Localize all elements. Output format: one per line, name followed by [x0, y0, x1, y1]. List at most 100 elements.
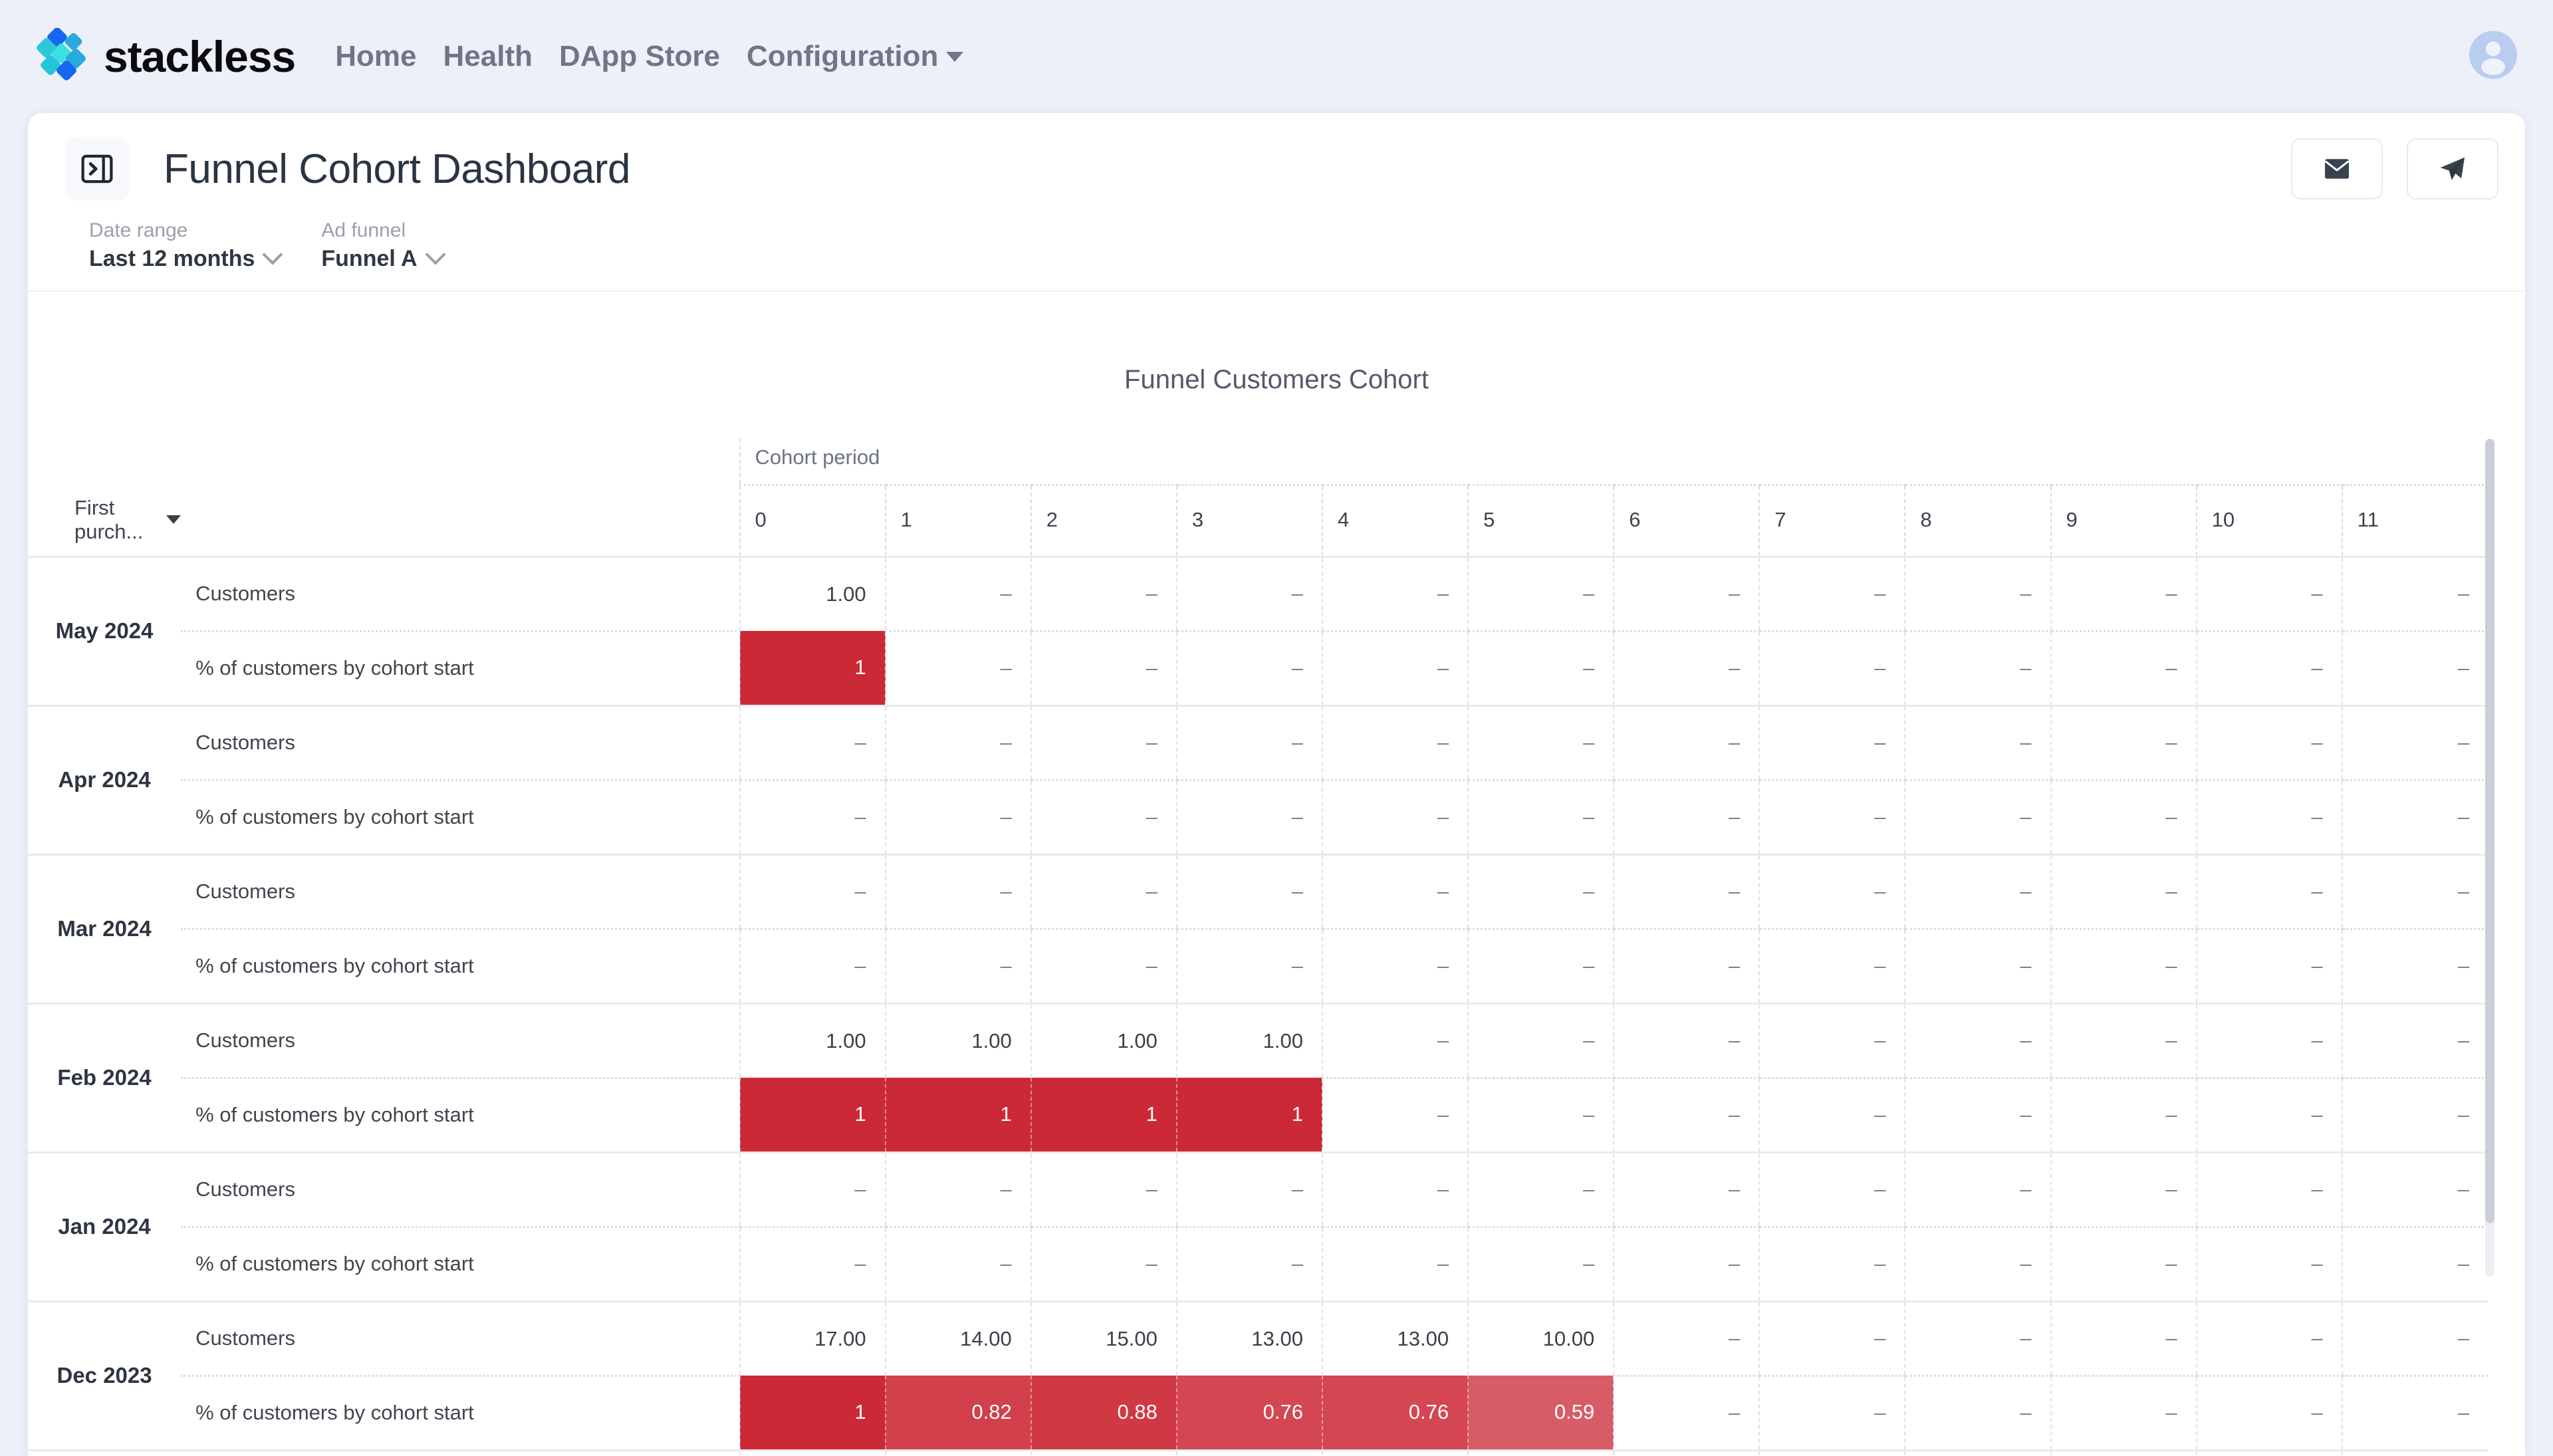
table-row: Apr 2024 Customers – – – – – – – – – – – –: [28, 704, 2488, 854]
percent-cell: –: [1759, 1225, 1905, 1301]
percent-cell: –: [1321, 630, 1469, 705]
first-purchase-sort-header[interactable]: First purch...: [28, 485, 182, 557]
percent-cell: –: [2341, 1374, 2488, 1450]
customers-cell: –: [2341, 1151, 2488, 1227]
customers-cell: –: [2341, 1002, 2488, 1078]
percent-cell: –: [2050, 779, 2197, 854]
filter-ad-funnel-value[interactable]: Funnel A: [321, 243, 446, 272]
percent-cell: –: [1467, 927, 1614, 1003]
customers-cell: 10.00: [1030, 1449, 1177, 1456]
percent-cell: 1: [1030, 1078, 1177, 1152]
vertical-scrollbar-thumb[interactable]: [2485, 439, 2494, 1223]
cohort-period-column-header[interactable]: 8: [1904, 484, 2051, 556]
customers-cell: –: [1613, 555, 1760, 631]
cohort-period-column-header[interactable]: 5: [1467, 484, 1614, 556]
percent-cell: –: [1759, 927, 1905, 1003]
customers-cell: –: [2195, 1151, 2342, 1227]
customers-cell: –: [1759, 1300, 1905, 1376]
table-row: Jan 2024 Customers – – – – – – – – – – – –: [28, 1151, 2488, 1301]
customers-cell: –: [2195, 853, 2342, 929]
customers-cell: –: [2050, 853, 2197, 929]
percent-cell: –: [2341, 630, 2488, 705]
metric-label-customers: Customers: [181, 704, 740, 780]
dashboard-card: Funnel Cohort Dashboard Date range Last …: [28, 113, 2525, 1456]
percent-cell: –: [884, 927, 1031, 1003]
cohort-period-column-header[interactable]: 2: [1030, 484, 1177, 556]
cohort-period-column-header[interactable]: 4: [1321, 484, 1469, 556]
percent-cell: –: [1759, 630, 1905, 705]
filter-bar: Date range Last 12 months Ad funnel Funn…: [28, 219, 2525, 292]
email-button[interactable]: [2291, 138, 2383, 199]
percent-cell: –: [739, 927, 886, 1003]
customers-cell: –: [1613, 704, 1760, 780]
chevron-down-icon: [946, 51, 964, 62]
cohort-heatmap-table: Cohort period First purch... 0 1 2 3 4 5 6 7 8 9 10 1…: [28, 439, 2488, 1456]
customers-cell: 14.00: [884, 1300, 1031, 1376]
metric-label-customers: Customers: [181, 1151, 740, 1227]
cohort-period-column-header[interactable]: 7: [1759, 484, 1905, 556]
stackless-diamond-logo-icon: [35, 27, 92, 85]
cohort-period-column-header[interactable]: 1: [884, 484, 1031, 556]
nav-link-configuration[interactable]: Configuration: [747, 40, 964, 73]
header-actions: [2291, 138, 2498, 199]
filter-date-range-value[interactable]: Last 12 months: [89, 243, 283, 272]
chart-title: Funnel Customers Cohort: [1124, 365, 1429, 394]
customers-cell: 16.00: [884, 1449, 1031, 1456]
percent-cell: –: [884, 630, 1031, 705]
customers-cell: –: [884, 853, 1031, 929]
customers-cell: –: [1175, 853, 1322, 929]
customers-cell: –: [2050, 1449, 2197, 1456]
nav-link-health[interactable]: Health: [443, 40, 533, 73]
cohort-table-wrapper: Cohort period First purch... 0 1 2 3 4 5 6 7 8 9 10 1…: [28, 439, 2525, 1456]
percent-cell: –: [1467, 630, 1614, 705]
table-row: May 2024 Customers 1.00– – – – – – – – – – –: [28, 555, 2488, 705]
percent-cell: –: [1467, 779, 1614, 854]
percent-cell: –: [1904, 630, 2051, 705]
nav-link-home[interactable]: Home: [335, 40, 416, 73]
percent-cell: –: [1613, 630, 1760, 705]
nav-link-configuration-label: Configuration: [747, 40, 939, 72]
customers-cell: –: [1030, 555, 1177, 631]
customers-cell: 24.00: [739, 1449, 886, 1456]
user-avatar-button[interactable]: [2468, 30, 2518, 84]
percent-cell: –: [1613, 1374, 1760, 1450]
metric-label-customers: Customers: [181, 853, 740, 929]
table-row: % of customers by cohort start – – – – – – – – – –…: [28, 927, 2488, 1003]
customers-cell: –: [2341, 704, 2488, 780]
filter-date-range-label: Date range: [89, 219, 188, 241]
nav-link-dapp-store[interactable]: DApp Store: [559, 40, 720, 73]
percent-cell: –: [1030, 1225, 1177, 1301]
customers-cell: –: [739, 853, 886, 929]
customers-cell: –: [1759, 1151, 1905, 1227]
metric-header-spacer: [181, 485, 739, 557]
chevron-down-icon: [262, 243, 283, 265]
sidebar-toggle-button[interactable]: [65, 137, 129, 201]
filter-ad-funnel-label: Ad funnel: [321, 219, 406, 241]
customers-cell: –: [2050, 1300, 2197, 1376]
cohort-period-column-header[interactable]: 3: [1175, 484, 1322, 556]
percent-cell: –: [1467, 1076, 1614, 1152]
cohort-period-column-header[interactable]: 9: [2050, 484, 2197, 556]
cohort-period-column-header[interactable]: 11: [2341, 484, 2488, 556]
percent-cell: –: [1175, 1225, 1322, 1301]
customers-cell: –: [2050, 704, 2197, 780]
filter-date-range[interactable]: Date range Last 12 months: [89, 219, 283, 272]
cohort-period-column-header[interactable]: 0: [739, 484, 886, 556]
percent-cell: –: [2341, 1225, 2488, 1301]
cohort-month-label: Mar 2024: [28, 853, 182, 1003]
cohort-period-column-header[interactable]: 6: [1613, 484, 1760, 556]
customers-cell: –: [2050, 555, 2197, 631]
customers-cell: –: [1759, 555, 1905, 631]
percent-cell: –: [884, 1225, 1031, 1301]
table-row: Dec 2023 Customers 17.00 14.00 15.00 13.00 13.…: [28, 1300, 2488, 1450]
customers-cell: –: [2195, 1300, 2342, 1376]
customers-cell: –: [1467, 704, 1614, 780]
customers-cell: –: [2341, 853, 2488, 929]
filter-ad-funnel[interactable]: Ad funnel Funnel A: [321, 219, 446, 272]
cohort-period-column-header[interactable]: 10: [2195, 484, 2342, 556]
page-title: Funnel Cohort Dashboard: [164, 146, 630, 192]
customers-cell: 13.00: [1321, 1300, 1469, 1376]
customers-cell: 9.00: [1467, 1449, 1614, 1456]
brand-logo[interactable]: stackless: [35, 27, 296, 85]
send-button[interactable]: [2407, 138, 2498, 199]
